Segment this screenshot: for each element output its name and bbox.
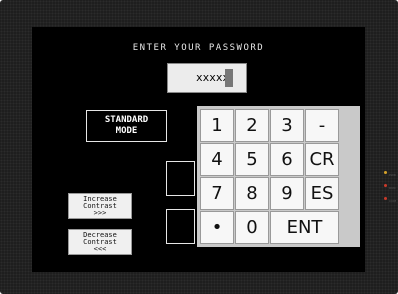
led-run-indicator: [384, 184, 387, 187]
numeric-keypad: 1 2 3 - 4 5 6 CR 7 8 9 ES • 0 ENT: [197, 106, 360, 247]
password-field[interactable]: xxxxx: [167, 63, 247, 93]
key-1[interactable]: 1: [200, 109, 234, 142]
decrease-contrast-line3: <<<: [93, 245, 107, 253]
mode-label-line2: MODE: [115, 126, 138, 136]
increase-contrast-line3: >>>: [93, 209, 107, 217]
key-enter[interactable]: ENT: [270, 211, 339, 244]
key-es[interactable]: ES: [305, 177, 339, 210]
key-6[interactable]: 6: [270, 143, 304, 176]
standard-mode-button[interactable]: STANDARD MODE: [86, 110, 167, 142]
key-3[interactable]: 3: [270, 109, 304, 142]
mode-label-line1: STANDARD: [104, 115, 149, 125]
hmi-screen: ENTER YOUR PASSWORD xxxxx STANDARD MODE …: [32, 27, 365, 272]
key-8[interactable]: 8: [235, 177, 269, 210]
key-2[interactable]: 2: [235, 109, 269, 142]
key-decimal-point[interactable]: •: [200, 211, 234, 244]
password-prompt: ENTER YOUR PASSWORD: [132, 43, 265, 53]
led-label-com: COM: [389, 199, 397, 203]
key-cr[interactable]: CR: [305, 143, 339, 176]
blank-button-1[interactable]: [166, 161, 195, 196]
key-5[interactable]: 5: [235, 143, 269, 176]
key-9[interactable]: 9: [270, 177, 304, 210]
text-cursor: [225, 69, 233, 87]
hmi-bezel: ENTER YOUR PASSWORD xxxxx STANDARD MODE …: [0, 0, 398, 294]
led-com-indicator: [384, 197, 387, 200]
key-7[interactable]: 7: [200, 177, 234, 210]
led-label-pwr: PWR: [389, 173, 396, 177]
blank-button-2[interactable]: [166, 209, 195, 244]
key-minus[interactable]: -: [305, 109, 339, 142]
key-0[interactable]: 0: [235, 211, 269, 244]
key-4[interactable]: 4: [200, 143, 234, 176]
led-label-run: RUN: [389, 186, 396, 190]
decrease-contrast-button[interactable]: Decrease Contrast <<<: [68, 229, 132, 255]
led-power-indicator: [384, 171, 387, 174]
increase-contrast-button[interactable]: Increase Contrast >>>: [68, 193, 132, 219]
